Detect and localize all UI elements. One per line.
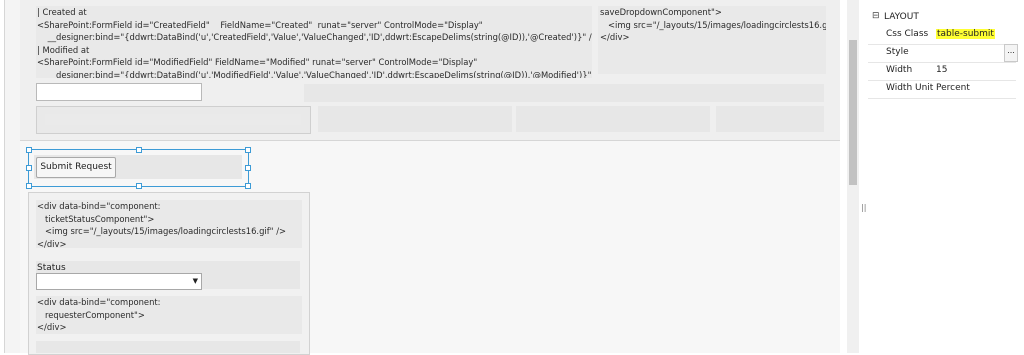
resize-handle[interactable] bbox=[26, 165, 32, 171]
splitter-grip-icon[interactable]: || bbox=[861, 203, 866, 212]
property-row-width[interactable]: Width 15 bbox=[868, 62, 1016, 81]
property-row-css-class[interactable]: Css Class table-submit bbox=[868, 26, 1016, 45]
resize-handle[interactable] bbox=[245, 147, 251, 153]
table-cell[interactable] bbox=[516, 106, 710, 132]
scrollbar-thumb[interactable] bbox=[849, 40, 857, 185]
resize-handle[interactable] bbox=[26, 147, 32, 153]
resize-handle[interactable] bbox=[26, 183, 32, 189]
status-dropdown[interactable]: ▼ bbox=[36, 273, 202, 290]
ticket-status-code[interactable]: <div data-bind="component: ticketStatusC… bbox=[36, 200, 302, 249]
property-name: Width bbox=[886, 65, 913, 75]
submit-request-button[interactable]: Submit Request bbox=[36, 157, 116, 178]
property-row-style[interactable]: Style bbox=[868, 44, 1016, 63]
resize-handle[interactable] bbox=[136, 183, 142, 189]
collapse-icon[interactable]: ⊟ bbox=[872, 11, 880, 21]
property-name: Style bbox=[886, 47, 909, 57]
row-divider bbox=[20, 140, 840, 141]
property-name: Css Class bbox=[886, 29, 929, 39]
requester-code[interactable]: <div data-bind="component: requesterComp… bbox=[36, 296, 302, 334]
property-name: Width Unit bbox=[886, 83, 934, 93]
table-cell-inner bbox=[45, 114, 301, 125]
chevron-down-icon: ▼ bbox=[192, 277, 198, 285]
save-dropdown-code[interactable]: saveDropdownComponent"> <img src="/_layo… bbox=[598, 6, 826, 74]
table-cell-bordered[interactable] bbox=[36, 106, 311, 134]
table-cell[interactable] bbox=[318, 106, 512, 132]
created-modified-code[interactable]: | Created at <SharePoint:FormField id="C… bbox=[36, 6, 592, 78]
resize-handle[interactable] bbox=[245, 165, 251, 171]
table-cell bbox=[36, 341, 300, 353]
section-title: LAYOUT bbox=[884, 12, 919, 22]
layout-section-header[interactable]: ⊟ LAYOUT bbox=[868, 10, 1016, 26]
style-builder-button[interactable]: ... bbox=[1004, 44, 1018, 62]
status-label: Status bbox=[37, 263, 66, 273]
property-value[interactable]: Percent bbox=[936, 83, 970, 93]
property-row-width-unit[interactable]: Width Unit Percent bbox=[868, 80, 1016, 99]
property-value[interactable]: table-submit bbox=[936, 29, 995, 39]
property-value[interactable]: 15 bbox=[936, 65, 947, 75]
text-input[interactable] bbox=[36, 83, 202, 101]
table-cell[interactable] bbox=[304, 84, 824, 102]
resize-handle[interactable] bbox=[245, 183, 251, 189]
design-gutter bbox=[5, 0, 20, 353]
table-cell[interactable] bbox=[716, 106, 824, 132]
resize-handle[interactable] bbox=[136, 147, 142, 153]
